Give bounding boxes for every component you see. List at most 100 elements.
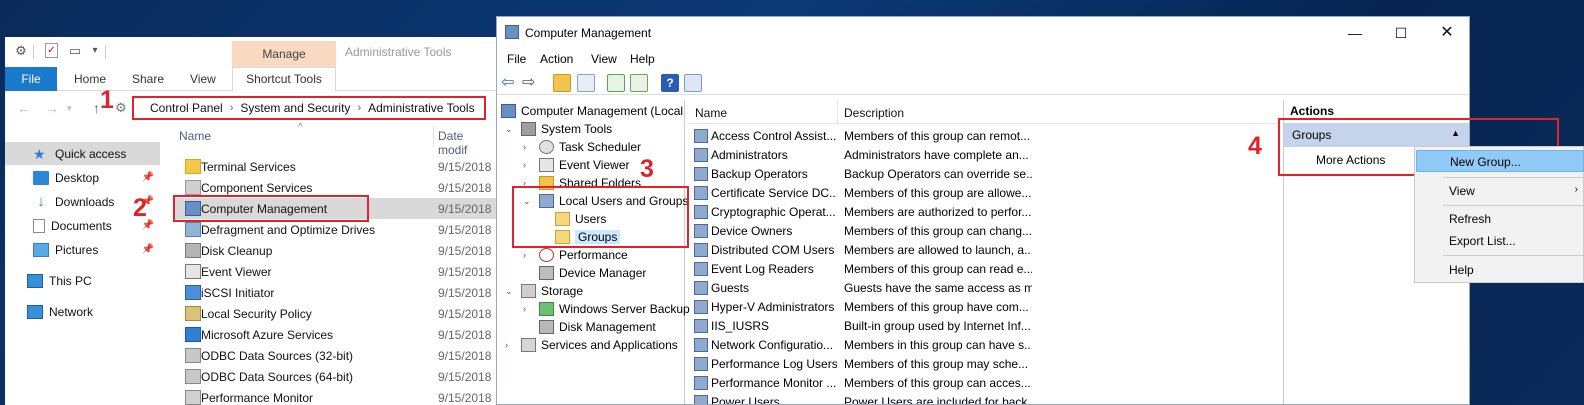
tree-item-event-viewer[interactable]: › Event Viewer [523, 156, 629, 174]
annotation-step-1: 1 [100, 86, 114, 114]
menu-item-refresh[interactable]: Refresh [1416, 208, 1584, 230]
tree-item-disk-management[interactable]: Disk Management [539, 318, 656, 336]
menu-view[interactable]: View [591, 52, 617, 66]
table-row[interactable]: Performance Monitor ... Members of this g… [687, 373, 1281, 392]
chevron-right-icon[interactable]: › [523, 304, 535, 314]
group-description: Members of this group can acces... [844, 375, 1031, 390]
back-arrow-icon[interactable]: ⇦ [501, 74, 519, 92]
file-row-azure-services[interactable]: Microsoft Azure Services 9/15/2018 [175, 324, 496, 345]
tree-item-device-manager[interactable]: Device Manager [539, 264, 646, 282]
group-icon [694, 204, 708, 219]
table-row[interactable]: IIS_IUSRS Built-in group used by Internet… [687, 316, 1281, 335]
chevron-right-icon[interactable]: › [523, 142, 535, 152]
column-name[interactable]: Name [695, 106, 727, 120]
tab-file[interactable]: File [5, 67, 57, 91]
minimize-icon[interactable]: — [1332, 21, 1378, 45]
show-hide-tree-icon[interactable] [577, 74, 595, 92]
table-row[interactable]: Backup Operators Backup Operators can ove… [687, 164, 1281, 183]
table-row[interactable]: Event Log Readers Members of this group c… [687, 259, 1281, 278]
tree-item-storage[interactable]: ⌄ Storage [505, 282, 583, 300]
tab-share[interactable]: Share [132, 67, 164, 91]
forward-arrow-icon[interactable]: ⇨ [522, 74, 540, 92]
customize-toolbar-icon[interactable]: ▾ [87, 43, 103, 59]
nav-item-quick-access[interactable]: ★ Quick access [5, 142, 160, 165]
column-divider[interactable] [433, 125, 434, 147]
table-row[interactable]: Power Users Power Users are included for … [687, 392, 1281, 404]
file-row-event-viewer[interactable]: Event Viewer 9/15/2018 [175, 261, 496, 282]
close-icon[interactable]: ✕ [1424, 21, 1469, 45]
tree-item-services-applications[interactable]: › Services and Applications [505, 336, 678, 354]
export-list-icon[interactable] [630, 74, 648, 92]
file-row-terminal-services[interactable]: Terminal Services 9/15/2018 [175, 156, 496, 177]
table-row[interactable]: Guests Guests have the same access as m..… [687, 278, 1281, 297]
chevron-right-icon[interactable]: › [523, 160, 535, 170]
up-arrow-icon[interactable]: ↑ [93, 100, 100, 116]
recent-chevron-icon[interactable]: ▾ [67, 103, 72, 114]
nav-item-pictures[interactable]: Pictures 📌 [5, 238, 160, 261]
tree-item-task-scheduler[interactable]: › Task Scheduler [523, 138, 641, 156]
column-name[interactable]: Name [179, 129, 211, 143]
pin-icon[interactable]: 📌 [142, 172, 154, 183]
back-arrow-icon[interactable]: ← [17, 100, 31, 116]
file-row-iscsi-initiator[interactable]: iSCSI Initiator 9/15/2018 [175, 282, 496, 303]
table-row[interactable]: Performance Log Users Members of this gro… [687, 354, 1281, 373]
file-row-odbc-32[interactable]: ODBC Data Sources (32-bit) 9/15/2018 [175, 345, 496, 366]
column-description[interactable]: Description [844, 106, 904, 120]
nav-item-network[interactable]: Network [5, 300, 160, 323]
file-name: ODBC Data Sources (32-bit) [201, 348, 354, 363]
menu-item-export-list[interactable]: Export List... [1416, 230, 1584, 252]
table-row[interactable]: Network Configuratio... Members in this g… [687, 335, 1281, 354]
file-row-local-security-policy[interactable]: Local Security Policy 9/15/2018 [175, 303, 496, 324]
refresh-icon[interactable] [607, 74, 625, 92]
tab-view[interactable]: View [190, 67, 216, 91]
table-row[interactable]: Cryptographic Operat... Members are autho… [687, 202, 1281, 221]
group-name: Cryptographic Operat... [711, 204, 836, 219]
chevron-down-icon[interactable]: ⌄ [505, 124, 517, 135]
table-row[interactable]: Hyper-V Administrators Members of this gr… [687, 297, 1281, 316]
pin-icon[interactable]: 📌 [142, 244, 154, 255]
menu-action[interactable]: Action [540, 52, 573, 66]
defragment-icon [185, 222, 201, 237]
title-bar: Computer Management — ☐ ✕ [497, 17, 1469, 48]
menu-item-help[interactable]: Help [1416, 259, 1584, 281]
nav-item-desktop[interactable]: Desktop 📌 [5, 166, 160, 189]
file-row-odbc-64[interactable]: ODBC Data Sources (64-bit) 9/15/2018 [175, 366, 496, 387]
properties-icon[interactable]: ⚙ [13, 43, 29, 59]
chevron-right-icon[interactable]: › [505, 340, 517, 350]
forward-arrow-icon[interactable]: → [45, 100, 59, 116]
menu-file[interactable]: File [507, 52, 526, 66]
nav-item-this-pc[interactable]: This PC [5, 269, 160, 292]
tree-item-performance[interactable]: › Performance [523, 246, 628, 264]
breadcrumb[interactable]: Control Panel › System and Security › Ad… [132, 96, 486, 120]
table-row[interactable]: Certificate Service DC... Members of this… [687, 183, 1281, 202]
tree-item-computer-management[interactable]: Computer Management (Local [501, 102, 683, 120]
breadcrumb-system-security[interactable]: System and Security [240, 101, 350, 115]
file-row-disk-cleanup[interactable]: Disk Cleanup 9/15/2018 [175, 240, 496, 261]
checkmark-icon[interactable]: ✓ [45, 43, 58, 58]
table-row[interactable]: Administrators Administrators have comple… [687, 145, 1281, 164]
group-description: Members of this group may sche... [844, 356, 1029, 371]
up-folder-icon[interactable] [553, 74, 571, 92]
table-row[interactable]: Distributed COM Users Members are allowed… [687, 240, 1281, 259]
breadcrumb-admin-tools[interactable]: Administrative Tools [368, 101, 475, 115]
file-row-defragment[interactable]: Defragment and Optimize Drives 9/15/2018 [175, 219, 496, 240]
column-date-modified[interactable]: Date modif [438, 129, 496, 157]
iscsi-icon [185, 285, 201, 300]
table-row[interactable]: Device Owners Members of this group can c… [687, 221, 1281, 240]
tree-item-windows-server-backup[interactable]: › Windows Server Backup [523, 300, 690, 318]
maximize-icon[interactable]: ☐ [1378, 21, 1424, 45]
breadcrumb-control-panel[interactable]: Control Panel [150, 101, 223, 115]
table-row[interactable]: Access Control Assist... Members of this … [687, 126, 1281, 145]
help-icon[interactable]: ? [661, 74, 679, 92]
chevron-down-icon[interactable]: ⌄ [505, 286, 517, 297]
column-divider[interactable] [837, 100, 838, 124]
tab-shortcut-tools[interactable]: Shortcut Tools [232, 67, 336, 91]
show-hide-action-pane-icon[interactable] [684, 74, 702, 92]
menu-item-new-group[interactable]: New Group... [1416, 150, 1584, 172]
new-folder-icon[interactable]: ▭ [67, 43, 83, 59]
menu-item-view[interactable]: View › [1416, 180, 1584, 202]
tree-item-system-tools[interactable]: ⌄ System Tools [505, 120, 612, 138]
menu-help[interactable]: Help [630, 52, 655, 66]
file-row-performance-monitor[interactable]: Performance Monitor 9/15/2018 [175, 387, 496, 405]
chevron-right-icon[interactable]: › [523, 250, 535, 260]
